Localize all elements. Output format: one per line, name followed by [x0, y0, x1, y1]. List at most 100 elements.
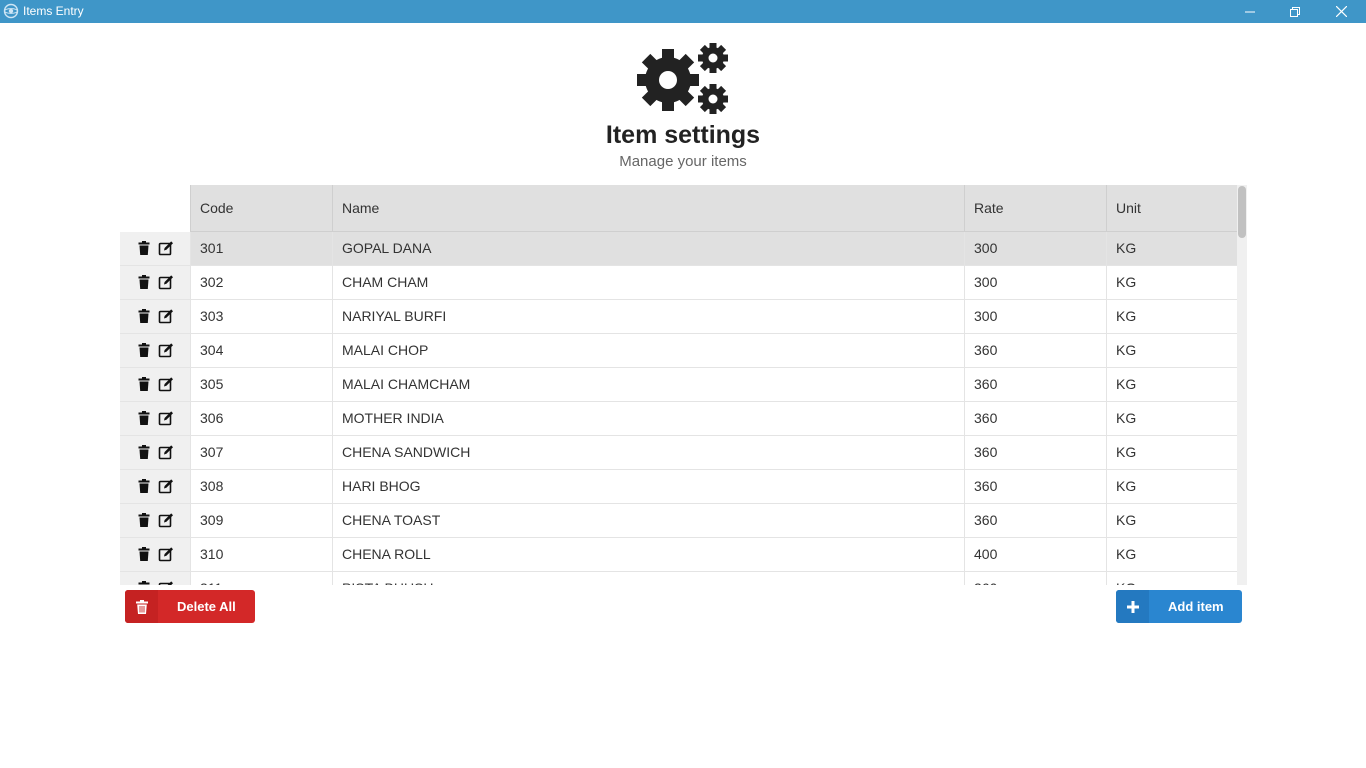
cell-name[interactable]: MOTHER INDIA [332, 402, 964, 435]
cell-rate[interactable]: 360 [964, 436, 1106, 469]
table-row[interactable]: 303 NARIYAL BURFI 300 KG [120, 300, 1237, 334]
edit-icon[interactable] [158, 240, 174, 256]
items-table: Code Name Rate Unit 301 GOPAL DANA 300 KG 30… [120, 185, 1247, 585]
cell-unit[interactable]: KG [1106, 538, 1237, 571]
table-row[interactable]: 308 HARI BHOG 360 KG [120, 470, 1237, 504]
trash-icon[interactable] [136, 274, 152, 290]
gears-icon [637, 43, 728, 114]
cell-unit[interactable]: KG [1106, 504, 1237, 537]
trash-icon[interactable] [136, 546, 152, 562]
trash-icon[interactable] [136, 580, 152, 585]
table-row[interactable]: 301 GOPAL DANA 300 KG [120, 232, 1237, 266]
page-title: Item settings [605, 121, 761, 149]
cell-name[interactable]: CHENA SANDWICH [332, 436, 964, 469]
table-row[interactable]: 305 MALAI CHAMCHAM 360 KG [120, 368, 1237, 402]
delete-all-button[interactable]: Delete All [125, 590, 255, 623]
add-item-button[interactable]: Add item [1116, 590, 1242, 623]
trash-icon[interactable] [136, 410, 152, 426]
cell-code[interactable]: 306 [190, 402, 332, 435]
trash-icon[interactable] [136, 308, 152, 324]
cell-unit[interactable]: KG [1106, 436, 1237, 469]
edit-icon[interactable] [158, 342, 174, 358]
cell-code[interactable]: 301 [190, 232, 332, 265]
table-row[interactable]: 310 CHENA ROLL 400 KG [120, 538, 1237, 572]
table-row[interactable]: 309 CHENA TOAST 360 KG [120, 504, 1237, 538]
column-header-rate[interactable]: Rate [964, 185, 1106, 232]
table-row[interactable]: 306 MOTHER INDIA 360 KG [120, 402, 1237, 436]
column-header-unit[interactable]: Unit [1106, 185, 1237, 232]
cell-rate[interactable]: 360 [964, 572, 1106, 585]
cell-unit[interactable]: KG [1106, 300, 1237, 333]
table-row[interactable]: 307 CHENA SANDWICH 360 KG [120, 436, 1237, 470]
row-actions [120, 402, 190, 435]
add-item-label: Add item [1168, 599, 1224, 614]
edit-icon[interactable] [158, 580, 174, 585]
cell-name[interactable]: MALAI CHAMCHAM [332, 368, 964, 401]
column-header-code[interactable]: Code [190, 185, 332, 232]
column-header-name[interactable]: Name [332, 185, 964, 232]
cell-code[interactable]: 304 [190, 334, 332, 367]
cell-name[interactable]: HARI BHOG [332, 470, 964, 503]
cell-unit[interactable]: KG [1106, 266, 1237, 299]
vertical-scrollbar[interactable] [1237, 185, 1247, 585]
edit-icon[interactable] [158, 410, 174, 426]
table-body: 301 GOPAL DANA 300 KG 302 CHAM CHAM 300 KG 303 NA… [120, 232, 1237, 585]
row-actions [120, 436, 190, 469]
trash-icon[interactable] [136, 512, 152, 528]
cell-unit[interactable]: KG [1106, 232, 1237, 265]
edit-icon[interactable] [158, 478, 174, 494]
cell-code[interactable]: 311 [190, 572, 332, 585]
cell-rate[interactable]: 360 [964, 402, 1106, 435]
cell-code[interactable]: 305 [190, 368, 332, 401]
edit-icon[interactable] [158, 376, 174, 392]
scrollbar-thumb[interactable] [1238, 186, 1246, 238]
restore-button[interactable] [1272, 0, 1318, 23]
cell-code[interactable]: 310 [190, 538, 332, 571]
cell-unit[interactable]: KG [1106, 334, 1237, 367]
cell-code[interactable]: 303 [190, 300, 332, 333]
trash-icon[interactable] [136, 376, 152, 392]
edit-icon[interactable] [158, 512, 174, 528]
cell-name[interactable]: NARIYAL BURFI [332, 300, 964, 333]
cell-rate[interactable]: 400 [964, 538, 1106, 571]
trash-icon[interactable] [136, 342, 152, 358]
edit-icon[interactable] [158, 274, 174, 290]
minimize-button[interactable] [1227, 0, 1273, 23]
trash-icon[interactable] [136, 240, 152, 256]
cell-name[interactable]: CHENA ROLL [332, 538, 964, 571]
cell-rate[interactable]: 300 [964, 266, 1106, 299]
restore-icon [1290, 6, 1300, 17]
cell-unit[interactable]: KG [1106, 368, 1237, 401]
close-button[interactable] [1318, 0, 1364, 23]
cell-rate[interactable]: 360 [964, 470, 1106, 503]
cell-code[interactable]: 307 [190, 436, 332, 469]
cell-code[interactable]: 309 [190, 504, 332, 537]
cell-code[interactable]: 302 [190, 266, 332, 299]
cell-name[interactable]: CHENA TOAST [332, 504, 964, 537]
table-row[interactable]: 304 MALAI CHOP 360 KG [120, 334, 1237, 368]
cell-rate[interactable]: 360 [964, 334, 1106, 367]
cell-unit[interactable]: KG [1106, 402, 1237, 435]
cell-rate[interactable]: 300 [964, 232, 1106, 265]
window-titlebar: Items Entry [0, 0, 1366, 23]
table-row[interactable]: 311PISTA BHUSH360KG [120, 572, 1237, 585]
trash-icon [125, 590, 158, 623]
cell-unit[interactable]: KG [1106, 470, 1237, 503]
cell-rate[interactable]: 360 [964, 368, 1106, 401]
cell-code[interactable]: 308 [190, 470, 332, 503]
cell-name[interactable]: GOPAL DANA [332, 232, 964, 265]
cell-name[interactable]: CHAM CHAM [332, 266, 964, 299]
cell-unit[interactable]: KG [1106, 572, 1237, 585]
trash-icon[interactable] [136, 478, 152, 494]
row-actions [120, 334, 190, 367]
trash-icon[interactable] [136, 444, 152, 460]
edit-icon[interactable] [158, 546, 174, 562]
cell-rate[interactable]: 360 [964, 504, 1106, 537]
table-row[interactable]: 302 CHAM CHAM 300 KG [120, 266, 1237, 300]
edit-icon[interactable] [158, 308, 174, 324]
cell-rate[interactable]: 300 [964, 300, 1106, 333]
close-icon [1335, 6, 1347, 17]
cell-name[interactable]: MALAI CHOP [332, 334, 964, 367]
edit-icon[interactable] [158, 444, 174, 460]
cell-name[interactable]: PISTA BHUSH [332, 572, 964, 585]
